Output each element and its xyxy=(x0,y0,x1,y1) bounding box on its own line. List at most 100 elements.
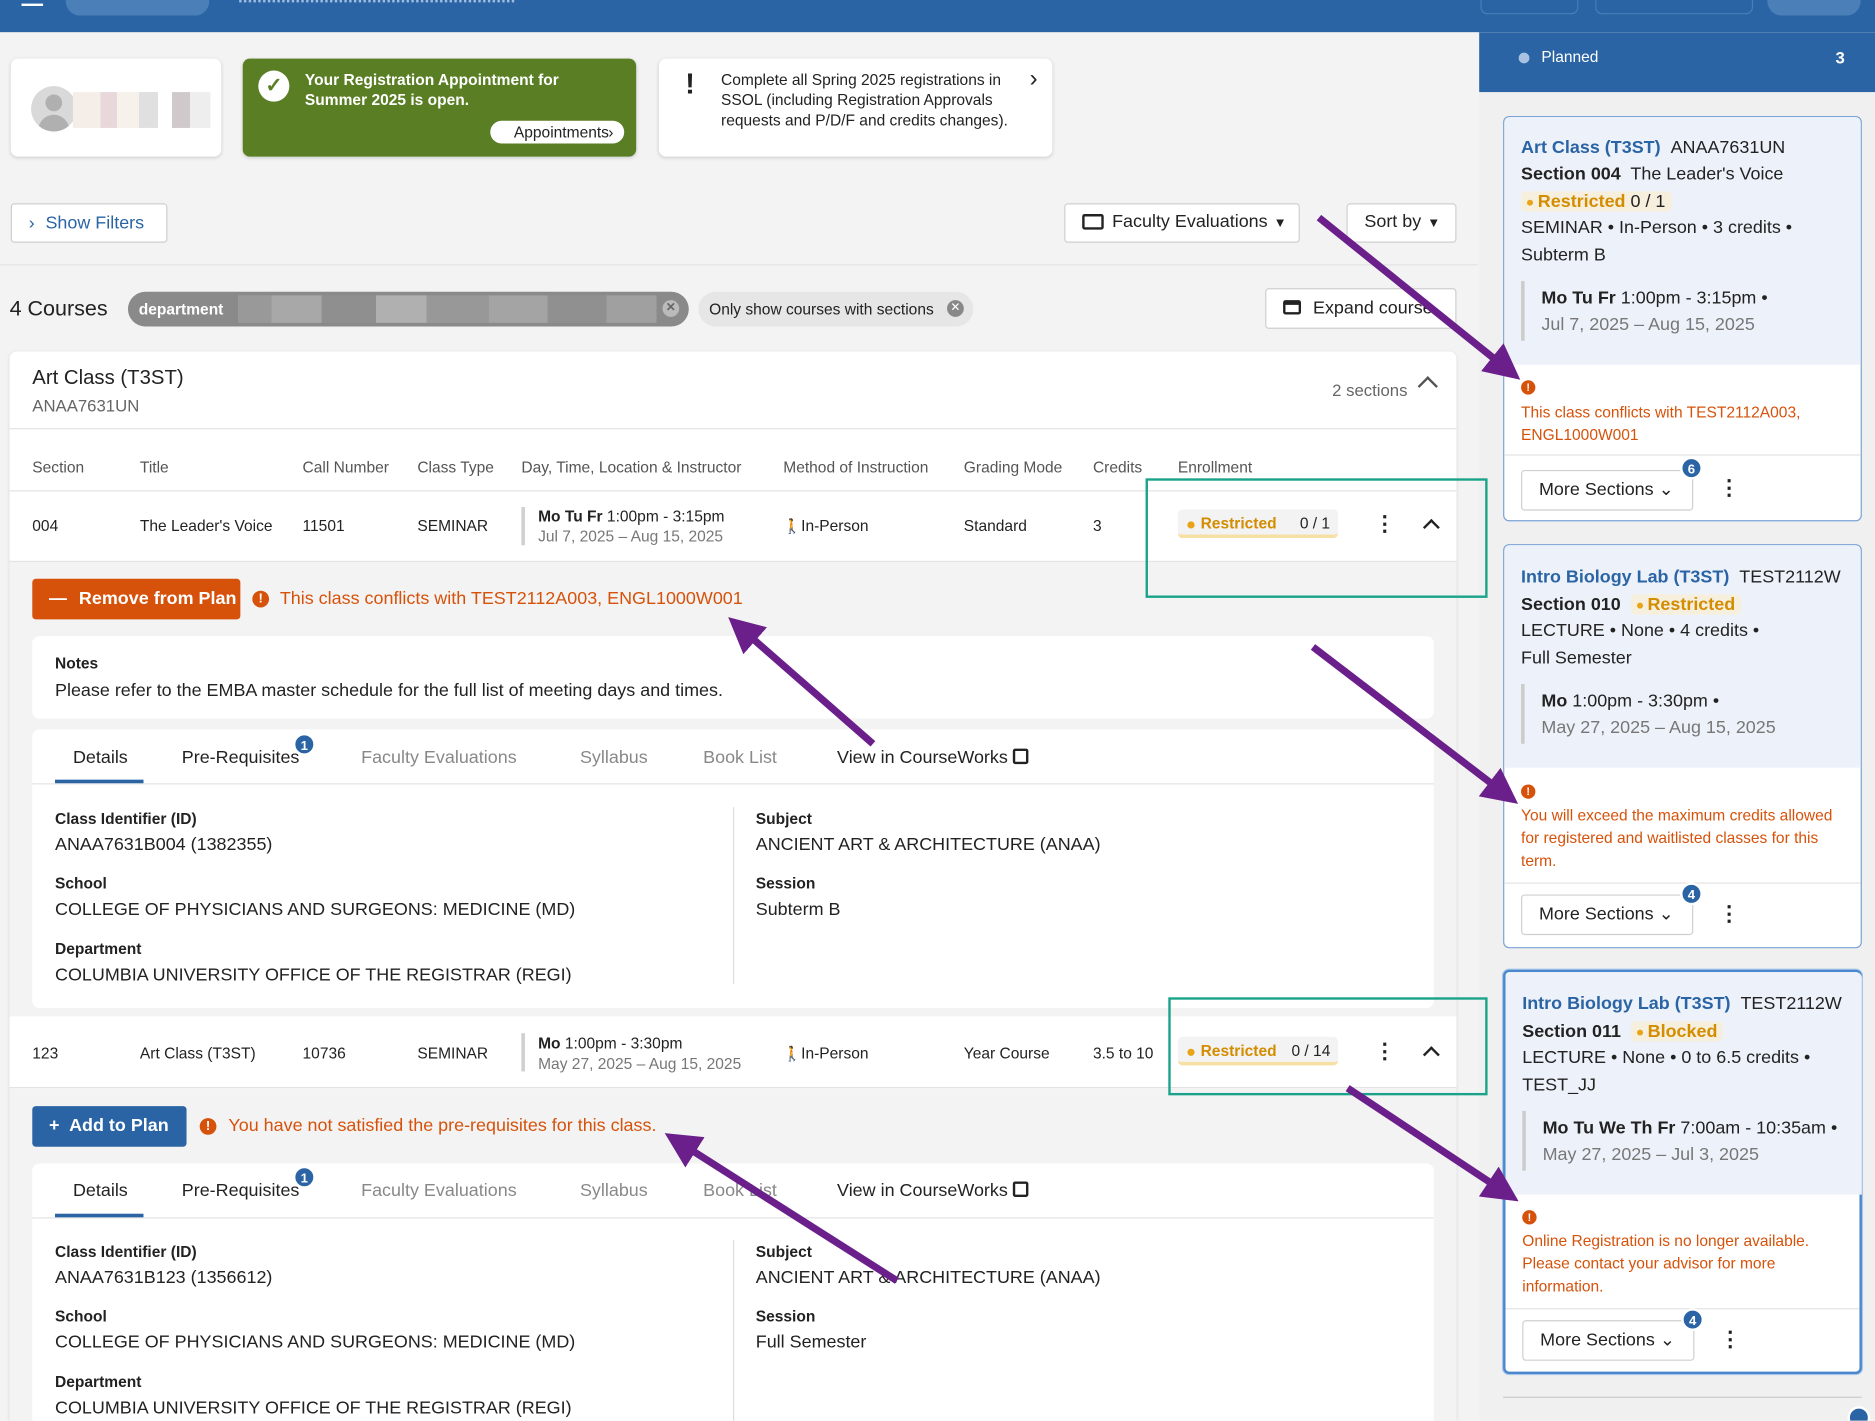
sections-count: 2 sections xyxy=(1332,380,1408,400)
show-filters-button[interactable]: › Show Filters xyxy=(10,203,168,243)
row-method: 🚶In-Person xyxy=(783,517,868,535)
session-label: Session xyxy=(755,1306,816,1325)
nav-button-3[interactable] xyxy=(1767,0,1861,16)
card-section-title: The Leader's Voice xyxy=(1630,163,1784,185)
tab-faculty-evaluations[interactable]: Faculty Evaluations xyxy=(361,747,517,767)
card-section: Section 010 xyxy=(1521,594,1621,615)
status-dot xyxy=(1636,1029,1643,1035)
card-days: Mo Tu Fr xyxy=(1541,288,1616,309)
status-dot xyxy=(1187,520,1195,529)
planned-card[interactable]: Intro Biology Lab (T3ST) TEST2112W Secti… xyxy=(1503,544,1862,949)
card-time: 7:00am - 10:35am • xyxy=(1680,1118,1838,1139)
tab-active-indicator xyxy=(55,779,144,784)
sections-filter-chip[interactable]: Only show courses with sections ✕ xyxy=(698,291,974,327)
subject-value: ANCIENT ART & ARCHITECTURE (ANAA) xyxy=(755,834,1101,855)
card-course-link[interactable]: Art Class (T3ST) xyxy=(1521,138,1661,158)
row-time: Mo 1:00pm - 3:30pm xyxy=(538,1034,682,1052)
card-course-link[interactable]: Intro Biology Lab (T3ST) xyxy=(1522,994,1730,1014)
department-filter-chip[interactable]: department ✕ xyxy=(127,291,689,327)
planned-card[interactable]: Intro Biology Lab (T3ST) TEST2112W Secti… xyxy=(1503,969,1862,1374)
evaluation-icon xyxy=(1082,214,1104,230)
appointments-button[interactable]: Appointments › xyxy=(490,120,625,144)
tab-faculty-evaluations[interactable]: Faculty Evaluations xyxy=(361,1180,517,1200)
profile-card[interactable] xyxy=(10,58,222,157)
more-sections-button[interactable]: More Sections ⌄ xyxy=(1522,1320,1695,1361)
card-term: Full Semester xyxy=(1521,648,1632,669)
tab-prerequisites[interactable]: Pre-Requisites xyxy=(182,747,300,767)
sections-chip-label: Only show courses with sections xyxy=(709,300,934,319)
menu-icon[interactable] xyxy=(21,0,44,6)
row-grading: Standard xyxy=(963,516,1027,535)
time-bar xyxy=(521,507,525,546)
nav-tab-active[interactable] xyxy=(65,0,210,16)
row-menu-button[interactable]: ⋮ xyxy=(1361,1032,1409,1073)
external-link-icon xyxy=(1012,748,1029,765)
sort-by-dropdown[interactable]: Sort by ▼ xyxy=(1346,203,1457,243)
sort-by-label: Sort by xyxy=(1364,211,1422,232)
row-days: Mo Tu Fr xyxy=(538,507,603,525)
row-days: Mo xyxy=(538,1034,561,1053)
row-method-label: In-Person xyxy=(801,1043,869,1062)
enrollment-count: 0 / 14 xyxy=(1291,1041,1331,1060)
caret-down-icon: ▼ xyxy=(1273,216,1287,231)
remove-sections-chip-icon[interactable]: ✕ xyxy=(947,300,964,317)
warning-icon: ! xyxy=(199,1118,217,1135)
tab-view-in-courseworks[interactable]: View in CourseWorks xyxy=(837,1180,1029,1201)
more-sections-button[interactable]: More Sections ⌄ xyxy=(1521,469,1694,511)
prereq-warning: You have not satisfied the pre-requisite… xyxy=(228,1115,657,1137)
tab-details[interactable]: Details xyxy=(73,747,128,767)
nav-text-fragment xyxy=(239,0,515,4)
col-grading: Grading Mode xyxy=(963,457,1063,476)
spring-notice-line3: requests and P/D/F and credits changes). xyxy=(721,111,1008,130)
tab-prerequisites[interactable]: Pre-Requisites xyxy=(182,1180,300,1200)
row-grading: Year Course xyxy=(963,1043,1050,1062)
more-sections-count: 4 xyxy=(1680,882,1703,906)
notes-label: Notes xyxy=(55,654,99,673)
remove-department-chip-icon[interactable]: ✕ xyxy=(662,300,680,317)
spring-notice-card[interactable]: ! Complete all Spring 2025 registrations… xyxy=(658,58,1053,157)
remove-from-plan-button[interactable]: — Remove from Plan xyxy=(32,578,241,620)
row-call-number: 11501 xyxy=(302,516,345,535)
add-to-plan-button[interactable]: + Add to Plan xyxy=(32,1106,187,1147)
card-dates: May 27, 2025 – Jul 3, 2025 xyxy=(1542,1144,1759,1165)
row-menu-button[interactable]: ⋮ xyxy=(1361,505,1409,546)
course-count: 4 Courses xyxy=(9,296,108,321)
tab-details[interactable]: Details xyxy=(73,1180,128,1200)
tab-book-list[interactable]: Book List xyxy=(703,1180,777,1200)
planned-card[interactable]: Art Class (T3ST) ANAA7631UN Section 004 … xyxy=(1503,115,1862,522)
card-code: TEST2112W xyxy=(1740,993,1842,1015)
chevron-right-icon[interactable]: › xyxy=(1030,66,1038,94)
card-menu-button[interactable]: ⋮ xyxy=(1718,902,1740,927)
more-sections-button[interactable]: More Sections ⌄ xyxy=(1521,894,1694,936)
card-section-line: Section 011 Blocked xyxy=(1522,1021,1724,1042)
tab-syllabus[interactable]: Syllabus xyxy=(580,747,648,767)
row-dates: Jul 7, 2025 – Aug 15, 2025 xyxy=(538,527,724,546)
more-sections-label: More Sections xyxy=(1540,1329,1655,1351)
course-title: Art Class (T3ST) xyxy=(32,365,184,389)
card-course-line: Art Class (T3ST) ANAA7631UN xyxy=(1521,138,1785,158)
nav-button-2[interactable] xyxy=(1595,0,1754,15)
card-divider xyxy=(1505,1308,1860,1310)
redacted-department xyxy=(237,295,657,323)
card-meta: LECTURE • None • 4 credits • xyxy=(1521,620,1760,641)
status-badge: Restricted xyxy=(1630,594,1742,615)
card-course-link[interactable]: Intro Biology Lab (T3ST) xyxy=(1521,567,1729,587)
card-menu-button[interactable]: ⋮ xyxy=(1718,476,1740,501)
card-menu-button[interactable]: ⋮ xyxy=(1720,1327,1742,1352)
registration-notice-line2: Summer 2025 is open. xyxy=(304,90,470,109)
nav-button-1[interactable] xyxy=(1480,0,1579,15)
check-icon: ✓ xyxy=(258,70,290,102)
status-badge: Restricted 0 / 1 xyxy=(1521,191,1672,212)
expand-courses-button[interactable]: Expand course xyxy=(1265,288,1457,329)
status-badge: Blocked xyxy=(1630,1021,1724,1042)
external-link-icon xyxy=(1012,1181,1029,1197)
top-nav-bar xyxy=(0,0,1875,33)
registration-notice-line1: Your Registration Appointment for xyxy=(304,70,559,89)
planned-header[interactable]: Planned 3 xyxy=(1479,32,1875,93)
tab-view-in-courseworks[interactable]: View in CourseWorks xyxy=(837,747,1029,768)
row-class-type: SEMINAR xyxy=(417,516,489,535)
tab-syllabus[interactable]: Syllabus xyxy=(580,1180,648,1200)
tab-book-list[interactable]: Book List xyxy=(703,747,777,767)
faculty-evaluations-dropdown[interactable]: Faculty Evaluations ▼ xyxy=(1064,203,1300,243)
conflict-warning: This class conflicts with TEST2112A003, … xyxy=(279,588,743,609)
